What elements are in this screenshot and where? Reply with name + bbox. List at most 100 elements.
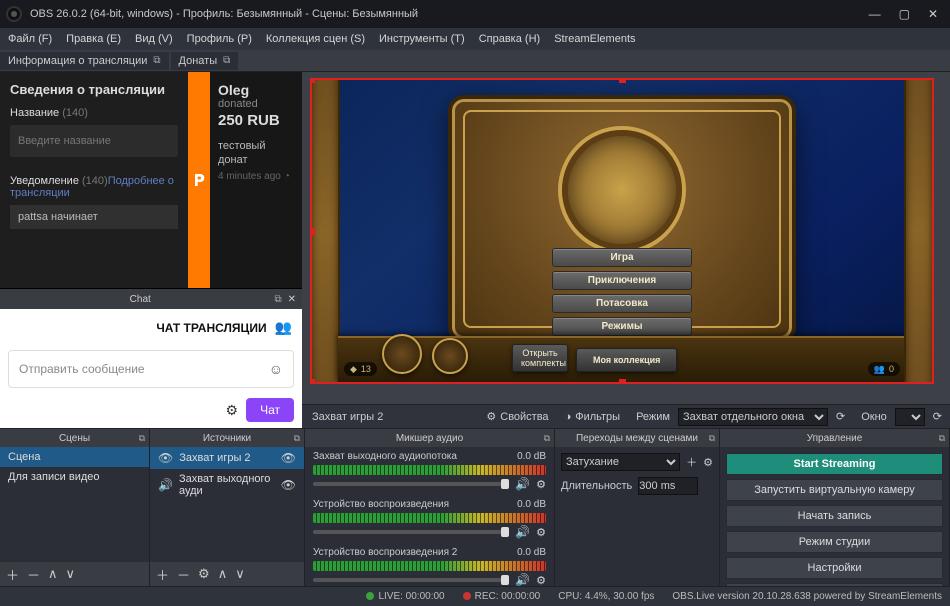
tab-donations[interactable]: Донаты⧉ [171,52,239,70]
users-icon[interactable]: 👥 [275,319,292,336]
clock-icon: ◔ [284,171,290,182]
emoji-icon[interactable]: ☺ [269,361,283,377]
dock-tabs: Информация о трансляции⧉ Донаты⧉ [0,50,950,72]
add-transition-button[interactable]: ＋ [686,454,697,470]
popout-icon[interactable]: ⧉ [939,433,945,444]
scene-item[interactable]: Для записи видео [0,467,149,487]
menu-view[interactable]: Вид (V) [135,33,173,45]
chat-settings-icon[interactable]: ⚙ [226,402,239,419]
mute-icon[interactable]: 🔊 [515,477,530,491]
maximize-button[interactable]: ▢ [899,7,910,21]
menu-tools[interactable]: Инструменты (T) [379,33,465,45]
visibility-icon[interactable]: 👁 [158,451,173,465]
lock-icon[interactable]: 👁 [281,451,296,465]
source-item[interactable]: 👁Захват игры 2👁 [150,447,304,469]
menu-profile[interactable]: Профиль (P) [187,33,252,45]
popout-icon[interactable]: ⧉ [544,433,550,444]
gear-icon[interactable]: ⚙ [536,526,546,539]
gear-icon[interactable]: ⚙ [703,456,713,469]
popout-icon[interactable]: ⧉ [223,55,230,66]
donation-logo-icon [191,172,207,188]
gear-icon[interactable]: ⚙ [536,478,546,491]
remove-button[interactable]: － [27,565,40,584]
source-item[interactable]: 🔊Захват выходного ауди👁 [150,469,304,501]
down-button[interactable]: ∨ [66,566,76,582]
mute-icon[interactable]: 🔊 [515,573,530,586]
filters-button[interactable]: ◑ Фильтры [557,405,629,428]
start-streaming-button[interactable]: Start Streaming [726,453,943,475]
chat-send-button[interactable]: Чат [246,398,294,422]
popout-icon[interactable]: ⧉ [139,433,145,444]
add-button[interactable]: ＋ [6,565,19,584]
volume-slider[interactable] [313,530,509,534]
window-select[interactable] [895,408,925,426]
menu-scenes[interactable]: Коллекция сцен (S) [266,33,365,45]
mixer-track: Устройство воспроизведения0.0 dB 🔊⚙ [305,495,554,543]
window-title: OBS 26.0.2 (64-bit, windows) - Профиль: … [30,8,418,20]
popout-icon[interactable]: ⧉ [294,433,300,444]
tab-stream-info[interactable]: Информация о трансляции⧉ [0,52,169,70]
popout-icon[interactable]: ⧉ [153,55,160,66]
vu-meter [313,465,546,475]
selected-source-label: Захват игры 2 [302,411,393,423]
name-label: Название [10,107,59,119]
info-donations-row: Сведения о трансляции Название (140) Вве… [0,72,302,288]
gear-icon[interactable]: ⚙ [536,574,546,587]
menu-edit[interactable]: Правка (E) [66,33,121,45]
app-icon [6,6,22,22]
add-button[interactable]: ＋ [156,565,169,584]
close-button[interactable]: ✕ [928,7,938,21]
window-label: Окно [853,405,895,428]
volume-slider[interactable] [313,482,509,486]
menubar: Файл (F) Правка (E) Вид (V) Профиль (P) … [0,28,950,50]
workspace: Сведения о трансляции Название (140) Вве… [0,72,950,428]
mode-select[interactable]: Захват отдельного окна [678,408,828,426]
scene-item[interactable]: Сцена [0,447,149,467]
refresh-icon[interactable]: ⟳ [925,405,950,428]
notif-label: Уведомление [10,175,79,187]
donor-desc: тестовый донат [218,139,294,167]
properties-button[interactable]: ⚙ Свойства [478,405,556,428]
friends-badge: 👥 0 [868,362,900,376]
remove-button[interactable]: － [177,565,190,584]
preview-frame[interactable]: Игра Приключения Потасовка Режимы Открыт… [310,78,934,384]
transition-select[interactable]: Затухание [561,453,680,471]
menu-streamelements[interactable]: StreamElements [554,33,635,45]
collection-button: Моя коллекция [576,348,677,372]
visibility-icon[interactable]: 👁 [281,478,296,492]
up-button[interactable]: ∧ [218,566,228,582]
transitions-dock: Переходы между сценами⧉ Затухание＋⚙ Длит… [555,429,720,586]
virtual-cam-button[interactable]: Запустить виртуальную камеру [726,479,943,501]
game-menu-modes: Режимы [552,317,692,336]
name-limit: (140) [62,107,88,119]
name-input[interactable]: Введите название [10,125,178,157]
preview-area[interactable]: Игра Приключения Потасовка Режимы Открыт… [302,72,950,404]
close-icon[interactable]: ✕ [288,294,296,305]
sources-header: Источники [203,433,251,444]
settings-button[interactable]: Настройки [726,557,943,579]
mixer-dock: Микшер аудио⧉ Захват выходного аудиопото… [305,429,555,586]
menu-help[interactable]: Справка (H) [479,33,540,45]
settings-button[interactable]: ⚙ [198,566,210,582]
minimize-button[interactable]: — [869,7,881,21]
popout-icon[interactable]: ⧉ [274,294,281,305]
chat-input[interactable]: Отправить сообщение☺ [8,350,294,388]
refresh-icon[interactable]: ⟳ [828,405,853,428]
bottom-docks: Сцены ⧉ Сцена Для записи видео ＋ － ∧ ∨ Ис… [0,428,950,586]
scenes-header: Сцены [59,433,90,444]
duration-input[interactable] [638,477,698,495]
game-menu-play: Игра [552,248,692,267]
cpu-status: CPU: 4.4%, 30.00 fps [558,591,654,602]
volume-slider[interactable] [313,578,509,582]
mute-icon[interactable]: 🔊 [515,525,530,539]
studio-mode-button[interactable]: Режим студии [726,531,943,553]
chat-title: ЧАТ ТРАНСЛЯЦИИ [156,321,266,335]
start-record-button[interactable]: Начать запись [726,505,943,527]
down-button[interactable]: ∨ [235,566,245,582]
scenes-dock: Сцены ⧉ Сцена Для записи видео ＋ － ∧ ∨ [0,429,150,586]
up-button[interactable]: ∧ [48,566,58,582]
menu-file[interactable]: Файл (F) [8,33,52,45]
vu-meter [313,561,546,571]
popout-icon[interactable]: ⧉ [709,433,715,444]
chat-dock-title: Chat [6,294,274,305]
